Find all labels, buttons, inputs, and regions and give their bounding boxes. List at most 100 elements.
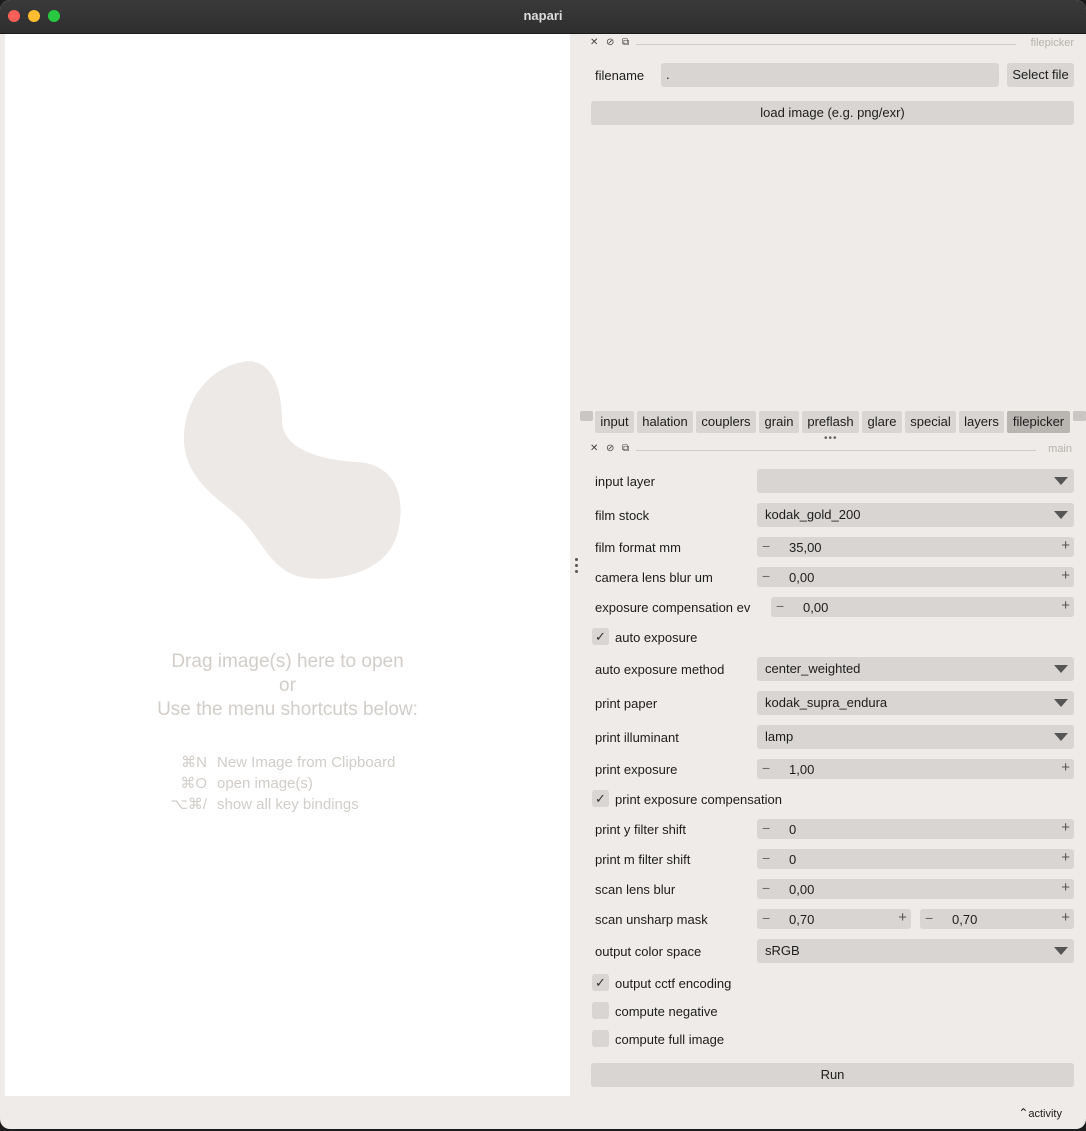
minus-icon[interactable]: − (762, 568, 770, 584)
output-color-space-select[interactable]: sRGB (757, 939, 1074, 963)
minus-icon[interactable]: − (762, 880, 770, 896)
load-image-button[interactable]: load image (e.g. png/exr) (591, 101, 1074, 125)
float-icon[interactable]: ⧉ (622, 443, 629, 454)
plus-icon[interactable]: + (1061, 879, 1070, 896)
print-exposure-label: print exposure (595, 762, 678, 777)
dock-divider (636, 44, 1016, 45)
tab-scroll-left[interactable] (580, 411, 593, 421)
activity-label: activity (1028, 1108, 1062, 1120)
auto-exposure-method-label: auto exposure method (595, 662, 725, 677)
tab-glare[interactable]: glare (862, 411, 902, 433)
tab-filepicker[interactable]: filepicker (1007, 411, 1070, 433)
film-stock-value: kodak_gold_200 (765, 507, 861, 522)
scan-lens-blur-label: scan lens blur (595, 882, 676, 897)
output-cctf-encoding-label: output cctf encoding (615, 976, 732, 991)
main-dock-header: ✕ ⊘ ⧉ main (590, 443, 1072, 457)
chevron-down-icon (1054, 665, 1068, 673)
scan-unsharp-mask-value-1: 0,70 (789, 912, 815, 927)
film-stock-label: film stock (595, 508, 650, 523)
filename-value: . (666, 67, 670, 82)
print-m-filter-shift-spinbox[interactable]: − 0 + (757, 849, 1074, 869)
shortcut-label: show all key bindings (217, 796, 359, 813)
plus-icon[interactable]: + (898, 909, 907, 926)
print-exposure-compensation-checkbox[interactable]: ✓ (592, 790, 609, 807)
plus-icon[interactable]: + (1061, 819, 1070, 836)
tab-layers[interactable]: layers (959, 411, 1004, 433)
print-illuminant-select[interactable]: lamp (757, 725, 1074, 749)
compute-negative-checkbox[interactable] (592, 1002, 609, 1019)
close-icon[interactable]: ✕ (590, 443, 598, 454)
chevron-down-icon (1054, 477, 1068, 485)
chevron-down-icon (1054, 733, 1068, 741)
plus-icon[interactable]: + (1061, 597, 1070, 614)
camera-lens-blur-spinbox[interactable]: − 0,00 + (757, 567, 1074, 587)
print-m-filter-shift-value: 0 (789, 852, 797, 867)
tab-halation[interactable]: halation (637, 411, 693, 433)
minus-icon[interactable]: − (762, 820, 770, 836)
minus-icon[interactable]: − (762, 538, 770, 554)
output-color-space-label: output color space (595, 944, 702, 959)
run-button[interactable]: Run (591, 1063, 1074, 1087)
plus-icon[interactable]: + (1061, 567, 1070, 584)
float-icon[interactable]: ⧉ (622, 37, 629, 48)
print-paper-label: print paper (595, 696, 658, 711)
film-format-value: 35,00 (789, 540, 822, 555)
minus-icon[interactable]: − (762, 760, 770, 776)
shortcut-label: New Image from Clipboard (217, 754, 396, 771)
napari-window: napari Drag image(s) here to open or Use… (0, 0, 1086, 1129)
output-cctf-encoding-checkbox[interactable]: ✓ (592, 974, 609, 991)
print-y-filter-shift-spinbox[interactable]: − 0 + (757, 819, 1074, 839)
auto-exposure-checkbox[interactable]: ✓ (592, 628, 609, 645)
napari-logo-icon (183, 361, 401, 579)
film-format-spinbox[interactable]: − 35,00 + (757, 537, 1074, 557)
input-layer-select[interactable] (757, 469, 1074, 493)
select-file-button[interactable]: Select file (1007, 63, 1074, 87)
plus-icon[interactable]: + (1061, 537, 1070, 554)
tab-input[interactable]: input (595, 411, 634, 433)
minus-icon[interactable]: − (925, 910, 933, 926)
print-exposure-compensation-label: print exposure compensation (615, 792, 782, 807)
tab-special[interactable]: special (905, 411, 956, 433)
viewer-canvas[interactable]: Drag image(s) here to open or Use the me… (5, 34, 570, 1096)
print-paper-select[interactable]: kodak_supra_endura (757, 691, 1074, 715)
plus-icon[interactable]: + (1061, 759, 1070, 776)
chevron-up-icon: ⌃ (1018, 1106, 1029, 1120)
hide-icon[interactable]: ⊘ (606, 443, 614, 454)
filepicker-dock-header: ✕ ⊘ ⧉ filepicker (590, 37, 1074, 51)
print-exposure-spinbox[interactable]: − 1,00 + (757, 759, 1074, 779)
tab-preflash[interactable]: preflash (802, 411, 859, 433)
filepicker-dock-title: filepicker (1030, 37, 1074, 49)
compute-full-image-checkbox[interactable] (592, 1030, 609, 1047)
film-stock-select[interactable]: kodak_gold_200 (757, 503, 1074, 527)
exposure-compensation-spinbox[interactable]: − 0,00 + (771, 597, 1074, 617)
plus-icon[interactable]: + (1061, 849, 1070, 866)
chevron-down-icon (1054, 699, 1068, 707)
hide-icon[interactable]: ⊘ (606, 37, 614, 48)
dock-divider (636, 450, 1036, 451)
minus-icon[interactable]: − (762, 850, 770, 866)
scan-lens-blur-spinbox[interactable]: − 0,00 + (757, 879, 1074, 899)
shortcut-keys: ⌘O (180, 775, 207, 792)
title-bar: napari (0, 0, 1086, 34)
filename-input[interactable]: . (661, 63, 999, 87)
minus-icon[interactable]: − (776, 598, 784, 614)
tab-grain[interactable]: grain (759, 411, 799, 433)
print-y-filter-shift-label: print y filter shift (595, 822, 687, 837)
window-title: napari (523, 8, 563, 23)
close-icon[interactable]: ✕ (590, 37, 598, 48)
auto-exposure-method-select[interactable]: center_weighted (757, 657, 1074, 681)
scan-unsharp-mask-spinbox-1[interactable]: − 0,70 + (757, 909, 911, 929)
activity-button[interactable]: ⌃activity (1018, 1106, 1062, 1120)
tab-couplers[interactable]: couplers (696, 411, 756, 433)
print-exposure-value: 1,00 (789, 762, 815, 777)
minus-icon[interactable]: − (762, 910, 770, 926)
print-illuminant-value: lamp (765, 729, 794, 744)
shortcut-keys: ⌘N (181, 754, 207, 771)
tab-scroll-right[interactable] (1073, 411, 1086, 421)
print-y-filter-shift-value: 0 (789, 822, 797, 837)
scan-unsharp-mask-spinbox-2[interactable]: − 0,70 + (920, 909, 1074, 929)
splitter-handle[interactable] (575, 558, 578, 576)
plus-icon[interactable]: + (1061, 909, 1070, 926)
camera-lens-blur-label: camera lens blur um (595, 570, 713, 585)
compute-full-image-label: compute full image (615, 1032, 725, 1047)
